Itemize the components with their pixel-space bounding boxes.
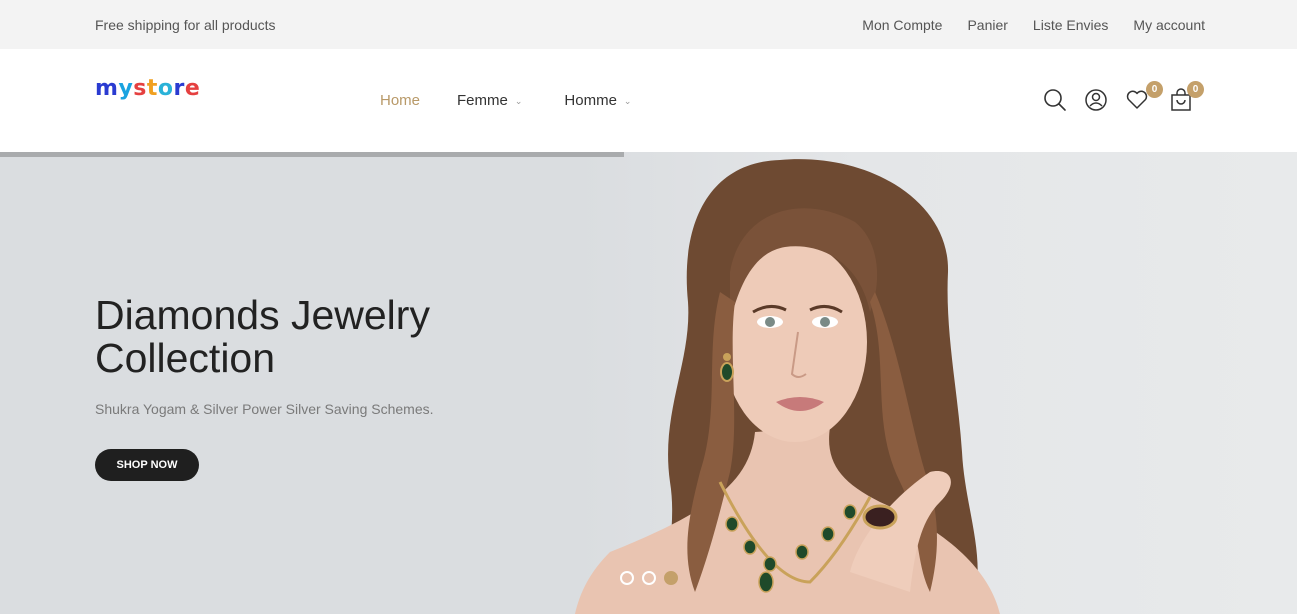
search-icon[interactable] (1042, 87, 1068, 113)
link-liste-envies[interactable]: Liste Envies (1033, 17, 1108, 33)
slider-dot-1[interactable] (620, 571, 634, 585)
nav-homme-label: Homme (564, 92, 617, 109)
slider-dot-3[interactable] (664, 571, 678, 585)
hero-subtitle: Shukra Yogam & Silver Power Silver Savin… (95, 401, 434, 417)
link-panier[interactable]: Panier (967, 17, 1007, 33)
slider-dots (620, 571, 678, 585)
hero-title: Diamonds Jewelry Collection (95, 292, 430, 381)
top-bar: Free shipping for all products Mon Compt… (0, 0, 1297, 49)
nav-femme[interactable]: Femme ⌄ (457, 92, 522, 109)
shop-now-button[interactable]: SHOP NOW (95, 449, 199, 481)
store-logo[interactable]: my store (95, 78, 200, 100)
nav-homme[interactable]: Homme ⌄ (564, 92, 631, 109)
top-links: Mon Compte Panier Liste Envies My accoun… (862, 17, 1205, 33)
cart-count-badge: 0 (1187, 81, 1204, 98)
hero-slider: Diamonds Jewelry Collection Shukra Yogam… (0, 152, 1297, 614)
user-icon[interactable] (1084, 87, 1110, 113)
link-my-account[interactable]: My account (1133, 17, 1205, 33)
promo-text: Free shipping for all products (95, 17, 276, 33)
slider-dot-2[interactable] (642, 571, 656, 585)
slider-progress-bar (0, 152, 624, 157)
site-header: my store Home Femme ⌄ Homme ⌄ 0 0 (0, 49, 1297, 152)
link-mon-compte[interactable]: Mon Compte (862, 17, 942, 33)
chevron-down-icon: ⌄ (623, 96, 632, 106)
nav-home[interactable]: Home (380, 92, 420, 109)
chevron-down-icon: ⌄ (514, 96, 523, 106)
main-nav: Home Femme ⌄ Homme ⌄ (380, 92, 631, 109)
nav-femme-label: Femme (457, 92, 508, 109)
nav-home-label: Home (380, 92, 421, 109)
model-photo (575, 159, 1000, 614)
wishlist-count-badge: 0 (1146, 81, 1163, 98)
